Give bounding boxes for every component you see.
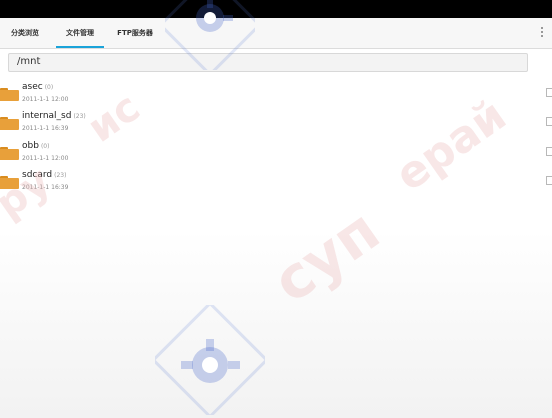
folder-icon xyxy=(0,176,19,189)
file-name: obb (0) xyxy=(22,141,50,151)
file-row-obb[interactable]: obb (0) 2011-1-1 12:00 xyxy=(0,140,552,170)
file-count: (23) xyxy=(54,172,67,179)
checkbox-icon[interactable] xyxy=(546,147,552,156)
file-count: (23) xyxy=(73,113,86,120)
file-count: (0) xyxy=(40,143,50,150)
file-row-internal-sd[interactable]: internal_sd (23) 2011-1-1 16:39 xyxy=(0,110,552,140)
file-date: 2011-1-1 16:39 xyxy=(22,125,69,132)
folder-icon xyxy=(0,88,19,101)
file-row-sdcard[interactable]: sdcard (23) 2011-1-1 16:39 xyxy=(0,169,552,199)
file-date: 2011-1-1 12:00 xyxy=(22,155,69,162)
checkbox-icon[interactable] xyxy=(546,176,552,185)
file-row-asec[interactable]: asec (0) 2011-1-1 12:00 xyxy=(0,81,552,111)
watermark-text-center: суп xyxy=(260,195,392,317)
file-date: 2011-1-1 16:39 xyxy=(22,184,69,191)
checkbox-icon[interactable] xyxy=(546,117,552,126)
status-bar xyxy=(0,0,552,18)
watermark-gear-bottom-icon xyxy=(155,305,265,415)
tab-bar: 分类浏览 文件管理 FTP服务器 xyxy=(0,18,552,49)
tab-file-management[interactable]: 文件管理 xyxy=(56,18,104,48)
current-path: /mnt xyxy=(17,56,41,67)
path-bar[interactable]: /mnt xyxy=(8,53,528,72)
file-name: asec (0) xyxy=(22,82,54,92)
file-name: sdcard (23) xyxy=(22,170,67,180)
checkbox-icon[interactable] xyxy=(546,88,552,97)
overflow-menu-icon[interactable] xyxy=(540,27,544,39)
file-date: 2011-1-1 12:00 xyxy=(22,96,69,103)
tab-ftp-server[interactable]: FTP服务器 xyxy=(112,18,158,48)
folder-icon xyxy=(0,117,19,130)
file-manager-screen: 分类浏览 文件管理 FTP服务器 /mnt asec (0) 2011-1-1 1… xyxy=(0,0,552,418)
tab-category-browse[interactable]: 分类浏览 xyxy=(6,18,44,48)
file-name: internal_sd (23) xyxy=(22,111,86,121)
folder-icon xyxy=(0,147,19,160)
active-tab-indicator xyxy=(56,46,104,48)
file-count: (0) xyxy=(44,84,54,91)
